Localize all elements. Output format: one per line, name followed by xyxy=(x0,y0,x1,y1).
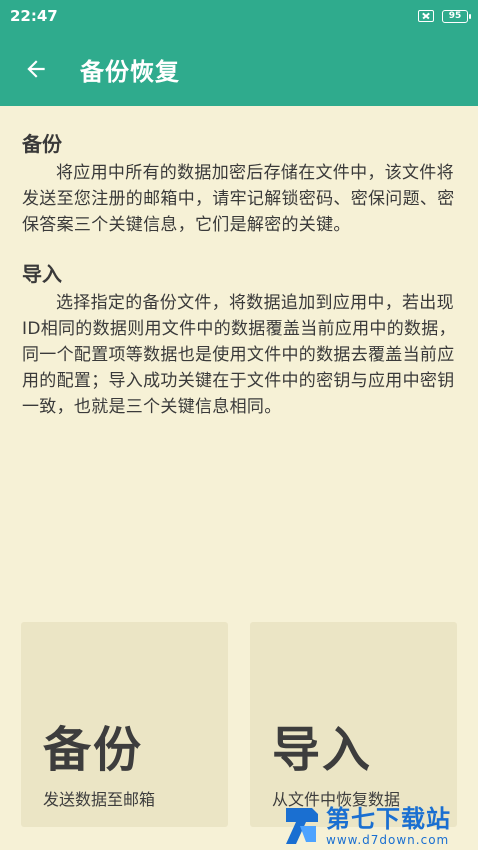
import-card-title: 导入 xyxy=(272,722,373,778)
status-icons: 95 xyxy=(418,9,471,23)
description-content: 备份 将应用中所有的数据加密后存储在文件中，该文件将发送至您注册的邮箱中，请牢记… xyxy=(22,128,462,440)
backup-card-subtitle: 发送数据至邮箱 xyxy=(43,790,156,809)
watermark-text: 第七下载站 www.d7down.com xyxy=(326,805,451,847)
backup-card-title: 备份 xyxy=(43,722,144,778)
backup-section-body: 将应用中所有的数据加密后存储在文件中，该文件将发送至您注册的邮箱中，请牢记解锁密… xyxy=(22,163,455,235)
status-time: 22:47 xyxy=(10,7,58,25)
import-card-button[interactable]: 导入 从文件中恢复数据 xyxy=(250,622,457,827)
watermark-name: 第七下载站 xyxy=(326,805,451,833)
watermark-logo-icon xyxy=(286,808,318,844)
app-bar: 备份恢复 xyxy=(0,32,478,106)
watermark: 第七下载站 www.d7down.com xyxy=(282,802,478,850)
backup-section-title: 备份 xyxy=(22,132,62,156)
no-sim-icon xyxy=(418,10,434,22)
arrow-left-icon xyxy=(27,60,45,78)
page-title: 备份恢复 xyxy=(80,57,180,86)
import-section: 导入 选择指定的备份文件，将数据追加到应用中，若出现ID相同的数据则用文件中的数… xyxy=(22,258,462,420)
watermark-url: www.d7down.com xyxy=(326,833,450,847)
import-section-body: 选择指定的备份文件，将数据追加到应用中，若出现ID相同的数据则用文件中的数据覆盖… xyxy=(22,293,456,417)
backup-card-button[interactable]: 备份 发送数据至邮箱 xyxy=(21,622,228,827)
battery-icon: 95 xyxy=(442,9,471,23)
backup-section: 备份 将应用中所有的数据加密后存储在文件中，该文件将发送至您注册的邮箱中，请牢记… xyxy=(22,128,462,238)
status-bar: 22:47 95 xyxy=(0,0,478,32)
import-section-title: 导入 xyxy=(22,262,62,286)
back-button[interactable] xyxy=(0,32,72,106)
